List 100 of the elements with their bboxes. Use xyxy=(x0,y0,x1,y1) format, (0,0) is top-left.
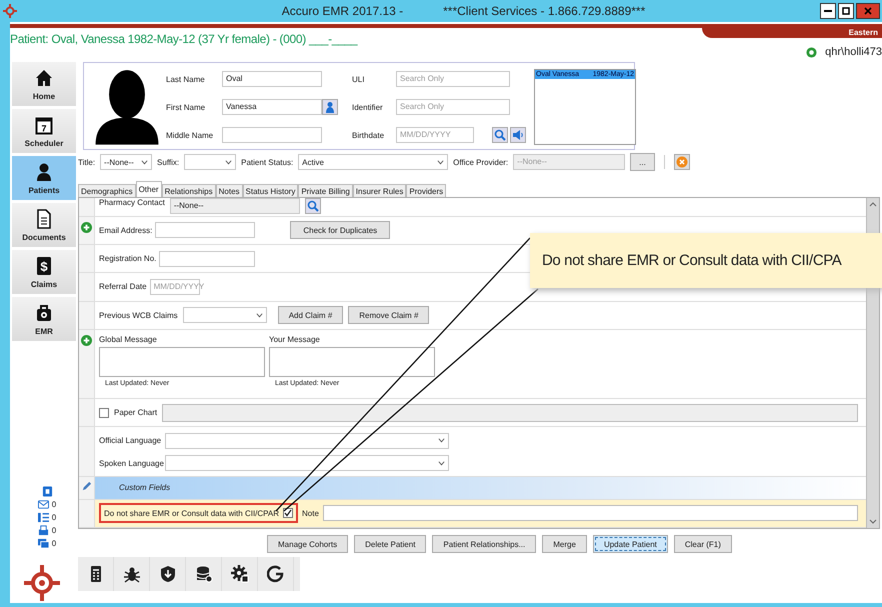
nav-item[interactable]: $ Claims xyxy=(12,250,76,294)
tab[interactable]: Demographics xyxy=(78,184,136,197)
field-label: Office Provider: xyxy=(453,158,508,166)
claim-button[interactable]: Remove Claim # xyxy=(348,306,430,324)
field-label: Middle Name xyxy=(166,130,214,140)
home-icon xyxy=(35,68,53,88)
check-duplicates-button[interactable]: Check for Duplicates xyxy=(290,221,390,240)
caret-icon xyxy=(438,460,445,466)
field-label: Your Message xyxy=(269,334,321,344)
text-field[interactable] xyxy=(222,127,322,143)
field-label: Email Address: xyxy=(99,226,152,235)
caret-icon xyxy=(225,160,232,164)
minimize-icon xyxy=(824,10,832,12)
timezone-label: Eastern xyxy=(702,28,882,38)
action-button[interactable]: Merge xyxy=(542,535,587,553)
field-label: Official Language xyxy=(99,436,162,446)
username-label: qhr\holli473 xyxy=(825,46,882,58)
tab[interactable]: Relationships xyxy=(162,184,216,197)
counter-value: 0 xyxy=(52,539,56,548)
medical-bag-icon xyxy=(35,302,53,322)
counter-value: 0 xyxy=(52,500,56,509)
field-label: Birthdate xyxy=(352,130,386,140)
nav-item[interactable]: EMR xyxy=(12,297,76,341)
minimize-button[interactable] xyxy=(820,3,836,19)
checkbox-label: Paper Chart xyxy=(114,408,158,418)
status-icon xyxy=(806,46,818,58)
note-field[interactable] xyxy=(322,505,858,522)
nav-item[interactable]: Home xyxy=(12,62,76,106)
person-icon xyxy=(35,162,53,182)
printer-icon xyxy=(38,525,49,536)
counter-value: 0 xyxy=(52,526,56,535)
bug-icon xyxy=(122,565,140,583)
nav-item[interactable]: 7 Scheduler xyxy=(12,109,76,153)
shield-icon xyxy=(158,565,176,583)
dropdown[interactable]: Active xyxy=(298,154,448,170)
checkbox-label: Do not share EMR or Consult data with CII/CPAR xyxy=(104,508,280,518)
caret-icon xyxy=(256,312,263,318)
crosshair-logo-icon xyxy=(24,565,60,601)
claim-button[interactable]: Add Claim # xyxy=(278,306,344,324)
dropdown[interactable]: --None-- xyxy=(100,154,152,170)
action-button[interactable]: Manage Cohorts xyxy=(267,535,348,553)
action-button[interactable]: Clear (F1) xyxy=(674,535,732,553)
caret-icon xyxy=(437,160,444,164)
field-label: Note xyxy=(302,508,319,518)
database-icon xyxy=(194,565,212,583)
maximize-button[interactable] xyxy=(838,3,854,19)
caret-icon xyxy=(141,160,148,164)
calendar-icon: 7 xyxy=(35,114,53,134)
dollar-icon: $ xyxy=(35,256,53,276)
tab[interactable]: Providers xyxy=(406,184,446,197)
text-field[interactable] xyxy=(155,222,256,238)
field-label: Identifier xyxy=(352,102,384,112)
text-field[interactable] xyxy=(162,404,858,422)
tab[interactable]: Insurer Rules xyxy=(352,184,406,197)
message-box[interactable] xyxy=(269,346,435,377)
checkbox[interactable] xyxy=(283,508,294,518)
speaker-button[interactable] xyxy=(510,127,526,143)
browse-button[interactable]: ... xyxy=(630,153,655,171)
field-label: Title: xyxy=(78,158,96,166)
field-label: Registration No. xyxy=(99,254,156,264)
field-label: Patient Status: xyxy=(241,158,294,166)
tab[interactable]: Notes xyxy=(216,184,243,197)
field-label: ULI xyxy=(352,74,366,84)
window-subtitle: ***Client Services - 1.866.729.8889*** xyxy=(443,4,646,18)
tab[interactable]: Other xyxy=(136,181,162,197)
gear-icon xyxy=(230,565,248,583)
search-button[interactable] xyxy=(304,198,321,214)
text-field[interactable]: --None-- xyxy=(170,198,300,214)
document-icon xyxy=(35,208,53,228)
maximize-icon xyxy=(841,6,851,16)
callout-tooltip: Do not share EMR or Consult data with CII/CPA xyxy=(530,233,882,288)
search-button[interactable] xyxy=(492,127,508,143)
nav-item[interactable]: Patients xyxy=(12,156,76,200)
text-field[interactable]: Oval xyxy=(222,71,322,87)
window-title: Accuro EMR 2017.13 - xyxy=(282,4,404,18)
field-label: Last Name xyxy=(166,74,206,84)
field-label: Global Message xyxy=(99,334,158,344)
close-button[interactable] xyxy=(856,3,880,19)
action-button[interactable]: Patient Relationships... xyxy=(432,535,536,553)
field-label: Pharmacy Contact xyxy=(99,198,165,207)
tab[interactable]: Status History xyxy=(242,184,298,197)
clear-button[interactable] xyxy=(674,154,690,170)
tab[interactable]: Private Billing xyxy=(298,184,353,197)
field-label: Spoken Language xyxy=(99,458,165,468)
person-lookup-button[interactable] xyxy=(322,99,338,115)
message-box[interactable] xyxy=(99,346,265,377)
field-label: Suffix: xyxy=(157,158,180,166)
counter-value: 0 xyxy=(52,513,56,522)
list-icon xyxy=(38,512,49,523)
field-label: First Name xyxy=(166,102,206,112)
checkbox[interactable] xyxy=(99,408,109,418)
app-logo-icon xyxy=(3,4,17,18)
caret-icon xyxy=(438,438,445,444)
text-field[interactable] xyxy=(159,250,256,267)
action-button[interactable]: Delete Patient xyxy=(354,535,426,553)
text-field[interactable]: Vanessa xyxy=(222,99,322,115)
nav-item[interactable]: Documents xyxy=(12,203,76,247)
pencil-icon xyxy=(81,481,92,492)
field-label: Previous WCB Claims xyxy=(99,310,178,320)
action-button[interactable]: Update Patient xyxy=(592,535,668,553)
